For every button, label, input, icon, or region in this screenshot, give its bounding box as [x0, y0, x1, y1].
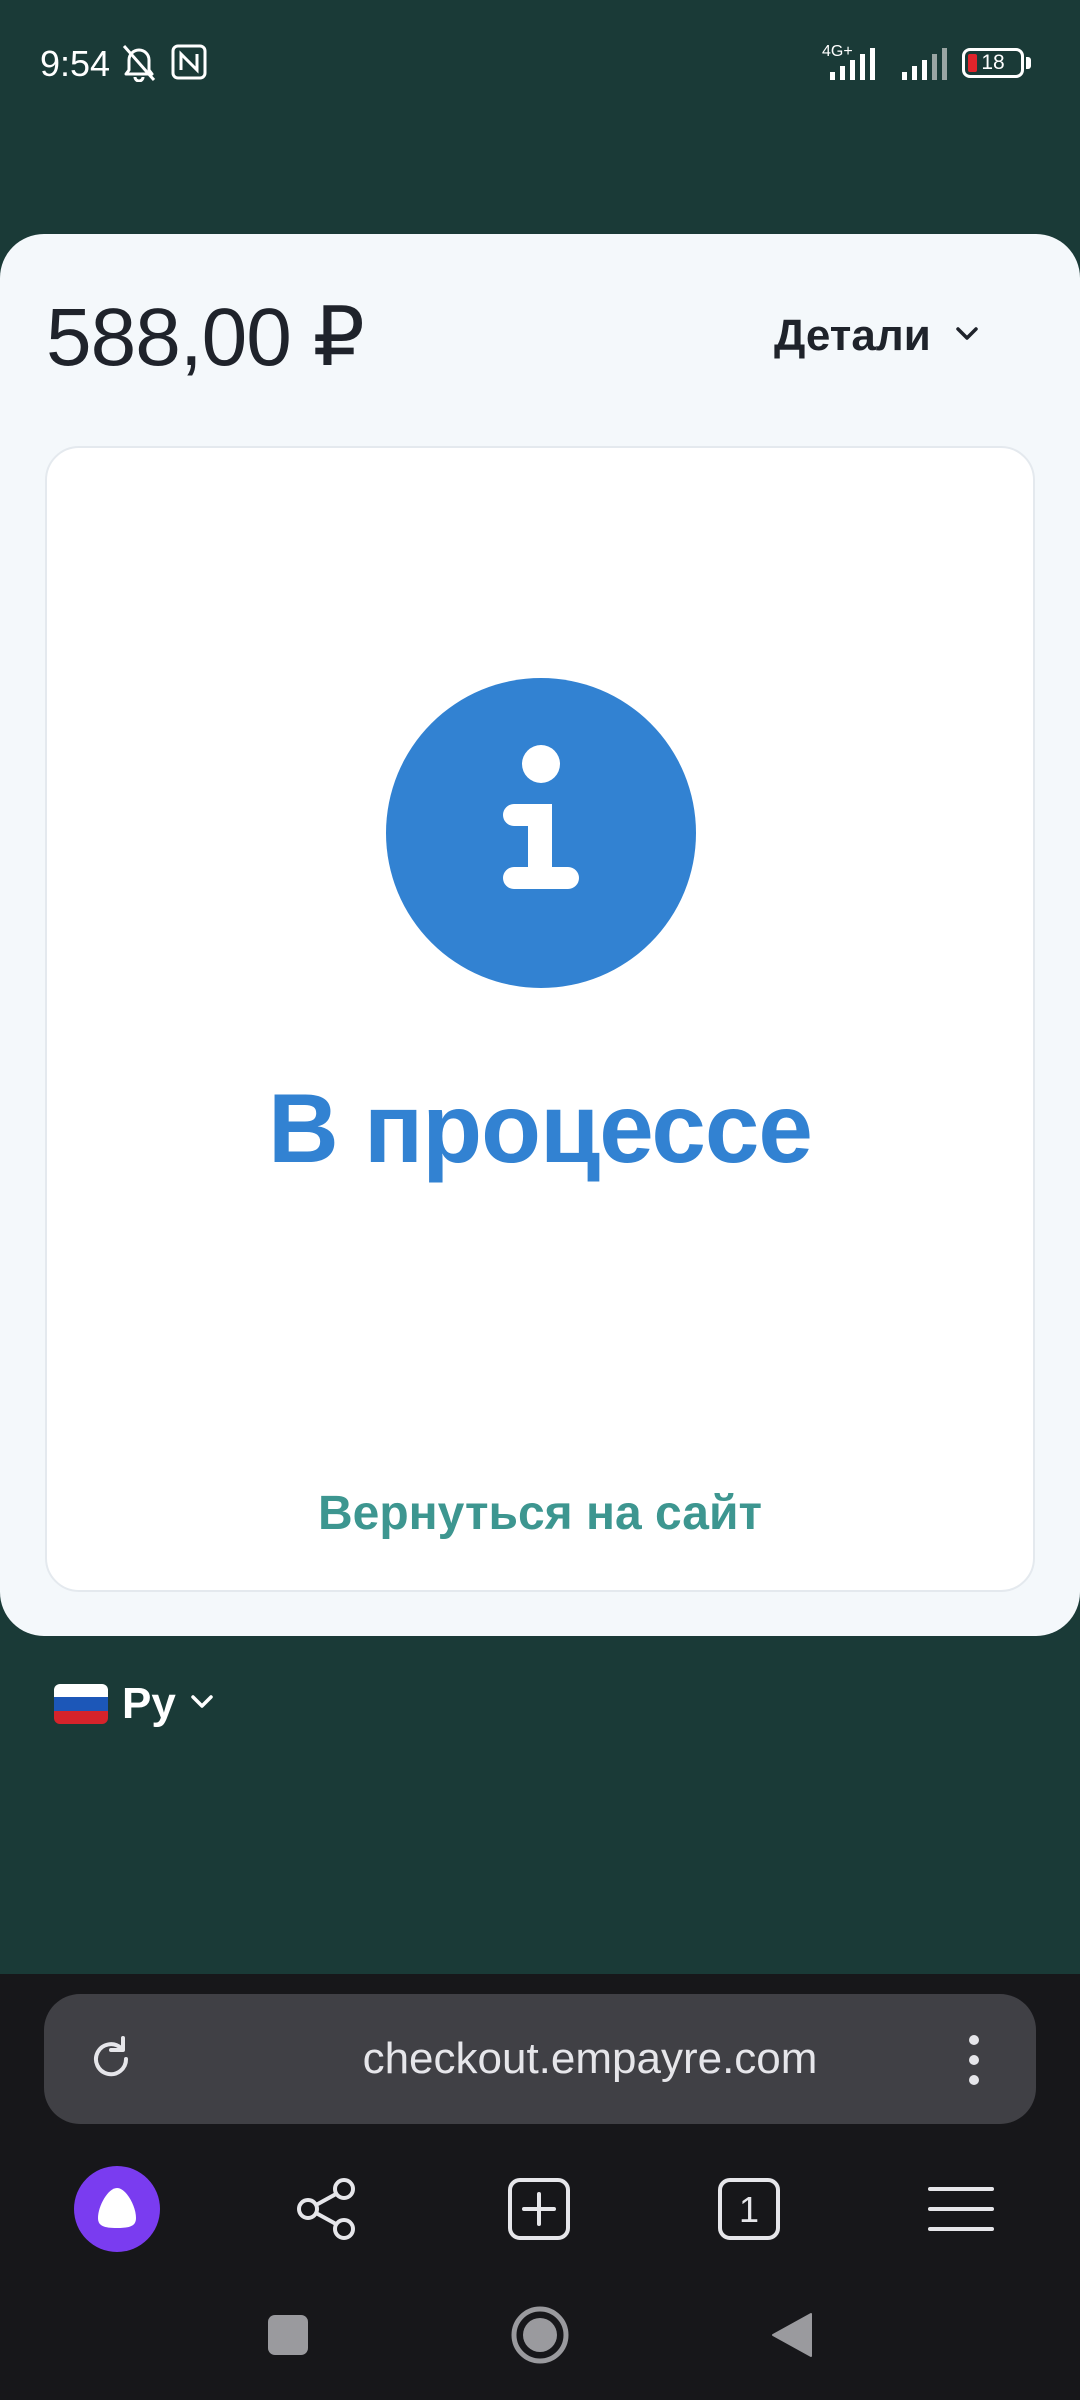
address-bar[interactable]: checkout.empayre.com — [44, 1994, 1036, 2124]
menu-button[interactable] — [916, 2164, 1006, 2254]
tabs-button[interactable]: 1 — [704, 2164, 794, 2254]
battery-level: 18 — [981, 51, 1005, 74]
status-title: В процессе — [268, 1073, 813, 1183]
hamburger-icon — [928, 2187, 994, 2231]
share-icon — [297, 2178, 355, 2240]
chevron-down-icon — [955, 326, 979, 347]
chevron-down-icon — [190, 1694, 214, 1715]
return-to-site-link[interactable]: Вернуться на сайт — [0, 1484, 1080, 1544]
network-type-label: 4G+ — [822, 43, 853, 60]
share-button[interactable] — [282, 2164, 372, 2254]
payment-amount: 588,00 ₽ — [46, 292, 365, 383]
clock: 9:54 — [40, 43, 111, 84]
new-tab-button[interactable] — [494, 2164, 584, 2254]
back-triangle-icon — [772, 2313, 812, 2357]
home-button[interactable] — [500, 2300, 580, 2370]
back-button[interactable] — [752, 2300, 832, 2370]
alice-assistant-button[interactable] — [72, 2164, 162, 2254]
nfc-icon — [170, 42, 208, 87]
status-bar: 9:54 4G+ 18 — [0, 0, 1080, 130]
status-card — [45, 446, 1035, 1592]
recents-button[interactable] — [248, 2300, 328, 2370]
details-toggle[interactable]: Детали — [774, 306, 979, 366]
square-icon — [268, 2315, 308, 2355]
tabs-icon: 1 — [718, 2178, 780, 2240]
language-selector[interactable]: Ру — [54, 1674, 214, 1734]
more-options-icon[interactable] — [964, 2034, 984, 2091]
bell-off-icon — [120, 42, 158, 87]
language-label: Ру — [122, 1679, 176, 1728]
signal-icon — [900, 40, 952, 89]
battery-icon: 18 — [962, 48, 1024, 78]
alice-icon — [74, 2166, 160, 2252]
signal-4g-icon: 4G+ — [820, 40, 892, 89]
info-icon — [386, 678, 696, 988]
home-circle-icon — [511, 2306, 569, 2364]
url-text[interactable]: checkout.empayre.com — [194, 1994, 986, 2124]
plus-square-icon — [508, 2178, 570, 2240]
tab-count: 1 — [739, 2189, 759, 2230]
details-label: Детали — [774, 311, 931, 360]
reload-icon[interactable] — [86, 2034, 136, 2089]
russia-flag-icon — [54, 1684, 108, 1724]
